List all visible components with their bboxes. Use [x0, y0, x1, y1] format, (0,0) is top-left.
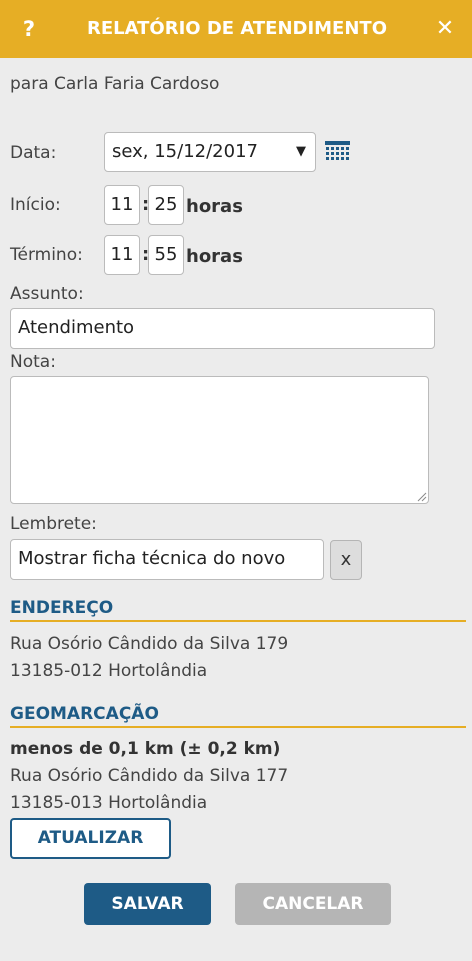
end-label: Término:	[10, 245, 83, 265]
update-button[interactable]: ATUALIZAR	[10, 818, 171, 859]
help-button[interactable]: ?	[14, 12, 44, 46]
note-textarea[interactable]	[10, 376, 429, 504]
clear-reminder-button[interactable]: x	[330, 540, 362, 580]
address-line-2: 13185-012 Hortolândia	[10, 661, 208, 681]
geo-line-1: Rua Osório Cândido da Silva 177	[10, 766, 289, 786]
geo-line-2: 13185-013 Hortolândia	[10, 793, 208, 813]
start-unit: horas	[186, 196, 243, 217]
start-minute-input[interactable]: 25	[148, 185, 184, 225]
geo-section-title: GEOMARCAÇÃO	[10, 704, 466, 728]
address-section-title: ENDEREÇO	[10, 598, 466, 622]
end-hour-input[interactable]: 11	[104, 235, 140, 275]
reminder-label: Lembrete:	[10, 514, 97, 534]
dialog-header: ? RELATÓRIO DE ATENDIMENTO ✕	[0, 0, 472, 58]
subject-input[interactable]: Atendimento	[10, 308, 435, 349]
recipient-text: para Carla Faria Cardoso	[10, 74, 220, 94]
resize-grip-icon[interactable]	[417, 492, 427, 502]
chevron-down-icon: ▼	[296, 144, 306, 159]
end-minute-input[interactable]: 55	[148, 235, 184, 275]
calendar-icon[interactable]	[325, 141, 350, 162]
save-button[interactable]: SALVAR	[84, 883, 211, 925]
start-label: Início:	[10, 195, 61, 215]
date-label: Data:	[10, 143, 57, 163]
reminder-input[interactable]: Mostrar ficha técnica do novo	[10, 539, 324, 580]
date-value: sex, 15/12/2017	[112, 141, 258, 162]
date-select[interactable]: sex, 15/12/2017 ▼	[104, 132, 316, 172]
dialog-title: RELATÓRIO DE ATENDIMENTO	[86, 18, 388, 39]
note-label: Nota:	[10, 352, 56, 372]
subject-label: Assunto:	[10, 284, 84, 304]
address-line-1: Rua Osório Cândido da Silva 179	[10, 634, 289, 654]
start-hour-input[interactable]: 11	[104, 185, 140, 225]
end-unit: horas	[186, 246, 243, 267]
close-button[interactable]: ✕	[430, 12, 460, 46]
cancel-button[interactable]: CANCELAR	[235, 883, 391, 925]
geo-distance: menos de 0,1 km (± 0,2 km)	[10, 739, 281, 759]
